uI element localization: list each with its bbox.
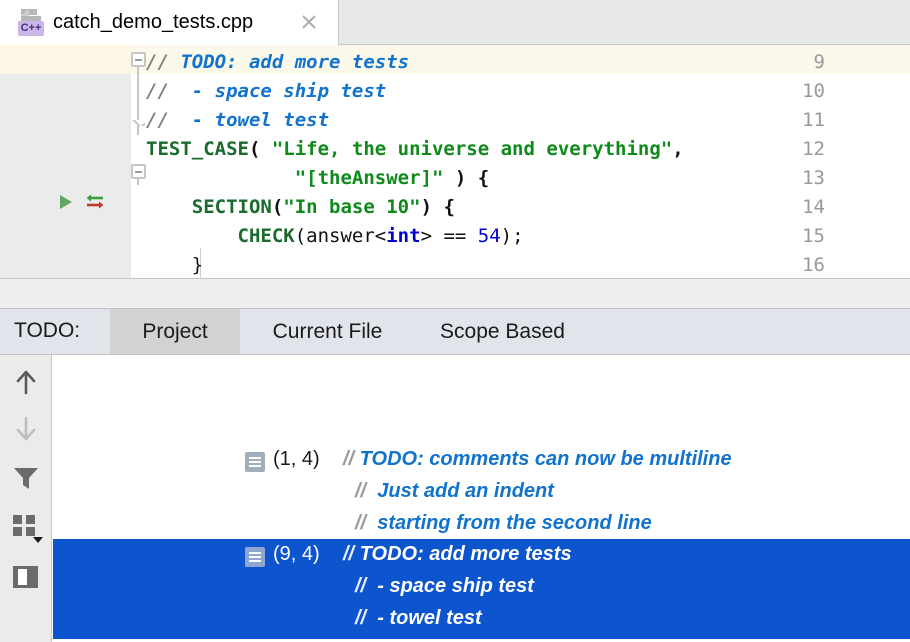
run-play-icon[interactable]	[57, 193, 75, 216]
line-number: 14	[779, 193, 910, 222]
code-token: > ==	[421, 225, 478, 247]
code-token: SECTION	[192, 196, 272, 218]
todo-entry[interactable]: (1, 4) // TODO: comments can now be multi…	[53, 444, 910, 544]
code-line[interactable]: TEST_CASE( "Life, the universe and every…	[146, 135, 684, 164]
code-line[interactable]: CHECK(answer<int> == 54);	[146, 222, 524, 251]
todo-entry[interactable]: (9, 4)// TODO: add more tests// - space …	[53, 539, 910, 639]
code-token: (	[249, 138, 272, 160]
todo-text-line: // TODO: add more tests	[343, 543, 572, 566]
todo-body-text: - space ship test	[372, 575, 534, 597]
comment-slashes: //	[343, 448, 360, 470]
todo-position: (9, 4)	[273, 543, 320, 566]
code-token: "Life, the universe and everything"	[272, 138, 672, 160]
code-token: );	[501, 225, 524, 247]
test-run-with-coverage-icon[interactable]	[84, 193, 106, 216]
code-token: //	[146, 109, 192, 131]
comment-slashes: //	[355, 512, 372, 534]
code-token: }	[146, 254, 203, 276]
todo-tool-window-body: Hcatch.hpp1 itemC++catch_demo_tests.cpp2…	[0, 355, 910, 642]
cpp-badge-label: C++	[18, 21, 44, 36]
code-token: ) {	[443, 167, 489, 189]
todo-tool-window-header: TODO: ProjectCurrent FileScope Based	[0, 308, 910, 355]
code-line[interactable]: // TODO: add more tests	[146, 48, 409, 77]
code-token: int	[386, 225, 420, 247]
code-token: //	[146, 80, 192, 102]
code-token: ) {	[421, 196, 455, 218]
code-token: CHECK	[238, 225, 295, 247]
code-token: 54	[478, 225, 501, 247]
fold-collapse-marker-line13[interactable]	[131, 164, 146, 179]
code-token: TEST_CASE	[146, 138, 249, 160]
code-token: TODO: add more tests	[180, 51, 409, 73]
code-token: "In base 10"	[283, 196, 420, 218]
comment-slashes: //	[355, 480, 372, 502]
tab-bar-empty-area	[338, 0, 910, 45]
todo-body-text: TODO: comments can now be multiline	[360, 448, 732, 470]
todo-text-line: // TODO: comments can now be multiline	[343, 448, 732, 471]
comment-slashes: //	[355, 607, 372, 629]
code-token	[146, 196, 192, 218]
todo-toolbar	[0, 355, 52, 642]
fold-strip[interactable]	[131, 45, 146, 278]
code-token: - towel test	[192, 109, 329, 131]
close-icon[interactable]	[300, 13, 318, 31]
editor-tab-catch-demo-tests[interactable]: C++ catch_demo_tests.cpp	[0, 0, 338, 44]
todo-position: (1, 4)	[273, 448, 320, 471]
todo-comment-icon	[245, 547, 265, 567]
tab-project[interactable]: Project	[110, 309, 240, 354]
code-token: (	[272, 196, 283, 218]
code-token: "[theAnswer]"	[295, 167, 444, 189]
code-line[interactable]: // - space ship test	[146, 77, 386, 106]
line-number: 9	[779, 48, 910, 77]
tab-scope-based[interactable]: Scope Based	[415, 309, 590, 354]
code-token: - space ship test	[192, 80, 386, 102]
line-number: 15	[779, 222, 910, 251]
editor-tab-bar: C++ catch_demo_tests.cpp	[0, 0, 910, 45]
todo-body-text: TODO: add more tests	[360, 543, 572, 565]
line-number: 10	[779, 77, 910, 106]
preview-panel-icon[interactable]	[9, 560, 43, 594]
funnel-icon[interactable]	[9, 460, 43, 494]
comment-slashes: //	[355, 575, 372, 597]
code-line[interactable]: "[theAnswer]" ) {	[146, 164, 489, 193]
code-token	[146, 167, 295, 189]
arrow-down-icon[interactable]	[9, 412, 43, 446]
code-editor[interactable]: 9 // TODO: add more tests 10 // - space shi…	[0, 45, 910, 278]
group-grid-icon[interactable]	[9, 510, 43, 544]
tab-current-file[interactable]: Current File	[240, 309, 415, 354]
todo-text-line: // Just add an indent	[355, 480, 554, 503]
todo-text-line: // starting from the second line	[355, 512, 652, 535]
code-token: ,	[672, 138, 683, 160]
todo-text-line: // - towel test	[355, 607, 482, 630]
code-token: //	[146, 51, 180, 73]
editor-tab-label: catch_demo_tests.cpp	[53, 11, 253, 34]
cpp-file-icon: C++	[18, 8, 44, 36]
fold-collapse-marker-line9[interactable]	[131, 52, 146, 67]
fold-region-end-line11	[132, 120, 145, 126]
code-line[interactable]: // - towel test	[146, 106, 329, 135]
editor-gutter[interactable]	[0, 45, 131, 278]
todo-body-text: - towel test	[372, 607, 482, 629]
arrow-up-icon[interactable]	[9, 365, 43, 399]
tool-window-title: TODO:	[14, 319, 80, 343]
line-number: 11	[779, 106, 910, 135]
todo-comment-icon	[245, 452, 265, 472]
todo-tree[interactable]: Hcatch.hpp1 itemC++catch_demo_tests.cpp2…	[53, 355, 910, 642]
ide-window: C++ catch_demo_tests.cpp	[0, 0, 910, 642]
code-line[interactable]: SECTION("In base 10") {	[146, 193, 455, 222]
todo-body-text: starting from the second line	[372, 512, 652, 534]
todo-body-text: Just add an indent	[372, 480, 554, 502]
comment-slashes: //	[343, 543, 360, 565]
code-token: (answer<	[295, 225, 387, 247]
code-token	[146, 225, 238, 247]
gutter-line-highlight	[0, 45, 131, 74]
line-number: 12	[779, 135, 910, 164]
code-line[interactable]: }	[146, 251, 203, 278]
tool-window-splitter[interactable]	[0, 278, 910, 309]
line-number: 13	[779, 164, 910, 193]
line-number: 16	[779, 251, 910, 278]
todo-text-line: // - space ship test	[355, 575, 534, 598]
